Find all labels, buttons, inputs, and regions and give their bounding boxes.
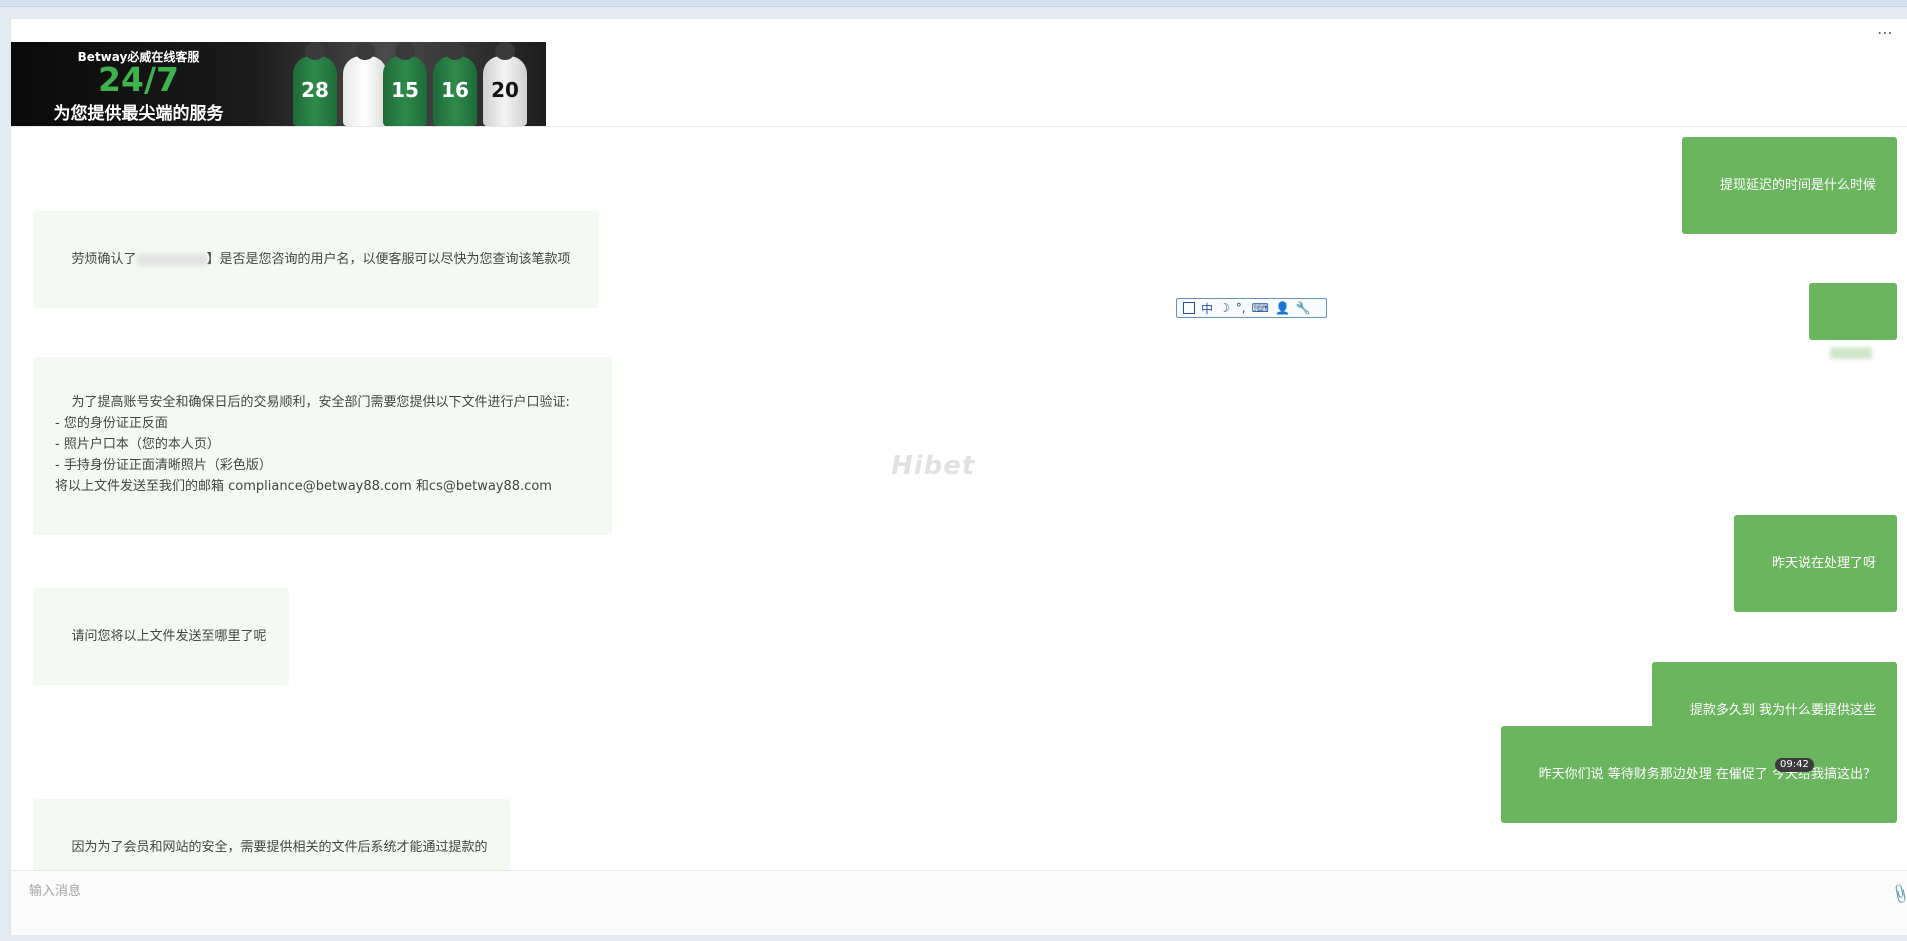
message-text: 请问您将以上文件发送至哪里了呢	[71, 629, 267, 644]
chat-window: ⋯ Betway必威在线客服 24/7 为您提供最尖端的服务 28 15 16 …	[10, 18, 1907, 935]
banner-slogan: 为您提供最尖端的服务	[53, 104, 224, 124]
moon-icon[interactable]: ☽	[1219, 301, 1230, 315]
message-timestamp: 09:42	[1775, 758, 1814, 772]
player-figure: 16	[433, 42, 477, 126]
message-text: 因为为了会员和网站的安全，需要提供相关的文件后系统才能通过提款的	[71, 840, 488, 855]
message-input-area: 📎	[11, 870, 1907, 935]
message-text: 】是否是您咨询的用户名，以便客服可以尽快为您查询该笔款项	[206, 252, 571, 267]
keyboard-icon[interactable]: ⌨	[1252, 301, 1269, 315]
player-figure	[343, 42, 387, 126]
ime-toolbar[interactable]: 中 ☽ °, ⌨ 👤 🔧	[1176, 298, 1327, 318]
ime-logo-icon[interactable]	[1183, 302, 1195, 314]
redacted-text	[1830, 346, 1872, 359]
ime-punctuation-toggle[interactable]: °,	[1236, 301, 1246, 315]
window-top-strip	[0, 0, 1907, 7]
player-figure: 15	[383, 42, 427, 126]
wrench-icon[interactable]: 🔧	[1296, 301, 1311, 315]
support-banner: Betway必威在线客服 24/7 为您提供最尖端的服务 28 15 16 20	[11, 42, 546, 126]
message-text: 提款多久到 我为什么要提供这些	[1689, 703, 1876, 718]
user-message: 昨天你们说 等待财务那边处理 在催促了 今天给我搞这出？	[1501, 726, 1897, 823]
ime-language-toggle[interactable]: 中	[1201, 300, 1213, 317]
user-icon[interactable]: 👤	[1275, 301, 1290, 315]
user-message	[1809, 283, 1897, 359]
message-text: 昨天你们说 等待财务那边处理 在催促了 今天给我搞这出？	[1538, 767, 1876, 782]
player-figure: 28	[293, 42, 337, 126]
agent-message: 劳烦确认了 】是否是您咨询的用户名，以便客服可以尽快为您查询该笔款项	[33, 211, 599, 308]
more-icon[interactable]: ⋯	[1877, 25, 1894, 41]
player-figure: 20	[483, 42, 527, 126]
header-divider	[11, 126, 1907, 127]
banner-players-image: 28 15 16 20	[283, 42, 546, 126]
user-message: 提现延迟的时间是什么时候	[1682, 137, 1897, 234]
agent-message: 请问您将以上文件发送至哪里了呢	[33, 588, 289, 685]
banner-text: Betway必威在线客服 24/7 为您提供最尖端的服务	[11, 42, 266, 126]
redacted-username	[136, 253, 207, 266]
message-text: 劳烦确认了	[71, 252, 137, 267]
watermark: Hibet	[891, 451, 976, 481]
message-text: 提现延迟的时间是什么时候	[1719, 178, 1876, 193]
banner-hours: 24/7	[98, 60, 179, 99]
message-text: 为了提高账号安全和确保日后的交易顺利，安全部门需要您提供以下文件进行户口验证: …	[55, 395, 570, 494]
message-text: 昨天说在处理了呀	[1771, 556, 1876, 571]
paperclip-icon[interactable]: 📎	[1889, 883, 1907, 906]
user-message: 昨天说在处理了呀	[1734, 515, 1897, 612]
message-input[interactable]	[27, 879, 1831, 903]
agent-message: 为了提高账号安全和确保日后的交易顺利，安全部门需要您提供以下文件进行户口验证: …	[33, 357, 612, 535]
